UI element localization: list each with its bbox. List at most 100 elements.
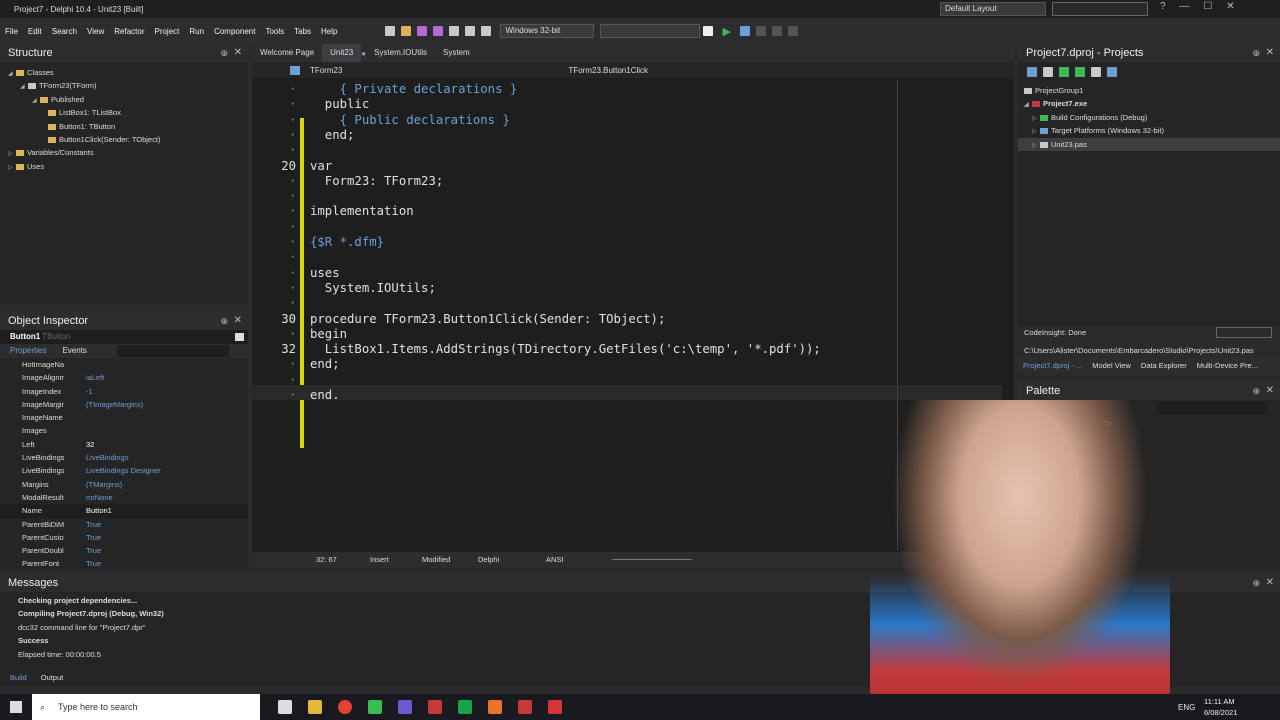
property-value[interactable]: True	[64, 531, 101, 544]
tab-system-ioutils[interactable]: System.IOUtils	[366, 44, 435, 62]
tab-properties[interactable]: Properties	[0, 344, 56, 358]
new-form-icon[interactable]	[481, 26, 492, 36]
window-controls[interactable]: ? — ☐ ✕	[1160, 1, 1235, 12]
tab-unit23[interactable]: Unit23	[322, 44, 362, 62]
run-without-debug-icon[interactable]	[739, 26, 750, 36]
code-line[interactable]: end.	[310, 388, 340, 403]
close-icon[interactable]: ✕	[1266, 382, 1274, 400]
property-value[interactable]: LiveBindings	[64, 451, 129, 464]
visual-studio-icon[interactable]	[398, 700, 412, 714]
property-row[interactable]: Left 32	[0, 438, 248, 451]
file-explorer-icon[interactable]	[308, 700, 322, 714]
menu-run[interactable]: Run	[184, 27, 209, 36]
property-row[interactable]: ImageName	[0, 411, 248, 424]
insert-mode[interactable]: Insert	[370, 555, 389, 564]
options-icon[interactable]	[1091, 67, 1101, 77]
close-icon[interactable]: ✕	[1266, 44, 1274, 62]
property-value[interactable]: Button1	[64, 504, 112, 517]
tab-data-explorer[interactable]: Data Explorer	[1136, 361, 1192, 370]
app-c-green-icon[interactable]	[458, 700, 472, 714]
breadcrumb-class[interactable]: TForm23	[310, 66, 342, 75]
menu-tools[interactable]: Tools	[260, 27, 289, 36]
tab-events[interactable]: Events	[56, 344, 92, 358]
menu-edit[interactable]: Edit	[23, 27, 47, 36]
rad-studio-icon[interactable]	[428, 700, 442, 714]
property-value[interactable]	[64, 358, 86, 371]
step-over-icon[interactable]	[771, 26, 782, 36]
dx-icon[interactable]	[518, 700, 532, 714]
tab-build[interactable]: Build	[0, 673, 37, 682]
config-select[interactable]	[600, 24, 701, 38]
menu-component[interactable]: Component	[209, 27, 260, 36]
code-line[interactable]: end;	[310, 357, 340, 372]
tab-projects[interactable]: Project7.dproj - ...	[1018, 361, 1087, 370]
property-value[interactable]: -1	[64, 385, 93, 398]
tab-welcome-page[interactable]: Welcome Page	[252, 44, 322, 62]
tab-output[interactable]: Output	[37, 673, 68, 682]
build-icon[interactable]	[1075, 67, 1085, 77]
menu-refactor[interactable]: Refactor	[109, 27, 149, 36]
pause-icon[interactable]	[755, 26, 766, 36]
language-indicator[interactable]: ENG	[1178, 703, 1195, 712]
menu-search[interactable]: Search	[47, 27, 82, 36]
tree-item-button1[interactable]: Button1: TButton	[0, 120, 248, 133]
palette-search-input[interactable]	[1156, 402, 1268, 414]
notepad-icon[interactable]	[368, 700, 382, 714]
menu-tabs[interactable]: Tabs	[289, 27, 316, 36]
property-value[interactable]: True	[64, 518, 101, 531]
property-row[interactable]: ParentDoubleBuTrue	[0, 544, 248, 557]
tree-item-build-config[interactable]: ▷ Build Configurations (Debug)	[1018, 111, 1280, 124]
property-row[interactable]: Images	[0, 424, 248, 437]
menu-file[interactable]: File	[0, 27, 23, 36]
save-icon[interactable]	[417, 26, 428, 36]
ide-search-input[interactable]	[1052, 2, 1148, 16]
save-all-icon[interactable]	[433, 26, 444, 36]
property-row[interactable]: LiveBindings LiveBindings	[0, 451, 248, 464]
property-row[interactable]: ImageMargins(TImageMargins)	[0, 398, 248, 411]
tree-item-tform23[interactable]: ◢ TForm23(TForm)	[0, 79, 248, 92]
property-row[interactable]: ModalResult mrNone	[0, 491, 248, 504]
tree-item-uses[interactable]: ▷ Uses	[0, 160, 248, 173]
property-value[interactable]	[64, 424, 86, 437]
property-value[interactable]: mrNone	[64, 491, 113, 504]
close-icon[interactable]: ✕	[1266, 574, 1274, 592]
code-line[interactable]: {$R *.dfm}	[310, 235, 384, 250]
close-icon[interactable]: ✕	[234, 312, 242, 330]
chevron-down-icon[interactable]	[235, 333, 244, 341]
open-icon[interactable]	[401, 26, 412, 36]
tree-item-target-platforms[interactable]: ▷ Target Platforms (Windows 32-bit)	[1018, 124, 1280, 137]
toggle-form-icon[interactable]	[465, 26, 476, 36]
new-icon[interactable]	[385, 26, 396, 36]
tree-item-classes[interactable]: ◢ Classes	[0, 66, 248, 79]
inspector-object-select[interactable]: Button1 TButton	[0, 330, 248, 344]
property-row[interactable]: ParentBiDiModeTrue	[0, 518, 248, 531]
pin-icon[interactable]: ⊕	[1252, 574, 1260, 592]
code-line[interactable]: public	[310, 97, 369, 112]
stop-icon[interactable]	[703, 26, 714, 36]
code-line[interactable]: { Private declarations }	[310, 82, 518, 97]
taskbar-search-input[interactable]: ⌕ Type here to search	[32, 694, 260, 720]
clock-date[interactable]: 6/08/2021	[1204, 708, 1237, 717]
property-value[interactable]: (TImageMargins)	[64, 398, 143, 411]
sync-icon[interactable]	[1027, 67, 1037, 77]
code-line[interactable]: System.IOUtils;	[310, 281, 436, 296]
property-row[interactable]: ImageIndex -1	[0, 385, 248, 398]
expand-icon[interactable]	[1107, 67, 1117, 77]
property-row[interactable]: ImageAlignmentiaLeft	[0, 371, 248, 384]
code-line[interactable]: var	[310, 159, 332, 174]
property-row[interactable]: Name Button1	[0, 504, 248, 518]
add-icon[interactable]	[1043, 67, 1053, 77]
property-value[interactable]: True	[64, 544, 101, 557]
property-value[interactable]: 32	[64, 438, 94, 451]
layout-select[interactable]: Default Layout	[940, 2, 1046, 16]
code-line[interactable]: begin	[310, 327, 347, 342]
code-line[interactable]: uses	[310, 266, 340, 281]
tree-item-published[interactable]: ◢ Published	[0, 93, 248, 106]
platform-select[interactable]: Windows 32-bit	[500, 24, 595, 38]
run-icon[interactable]: ▶	[722, 25, 730, 38]
git-icon[interactable]	[488, 700, 502, 714]
property-value[interactable]: True	[64, 557, 101, 570]
tree-item-unit23[interactable]: ▷ Unit23.pas	[1018, 137, 1280, 151]
tab-system[interactable]: System	[435, 44, 478, 62]
refresh-icon[interactable]	[1059, 67, 1069, 77]
